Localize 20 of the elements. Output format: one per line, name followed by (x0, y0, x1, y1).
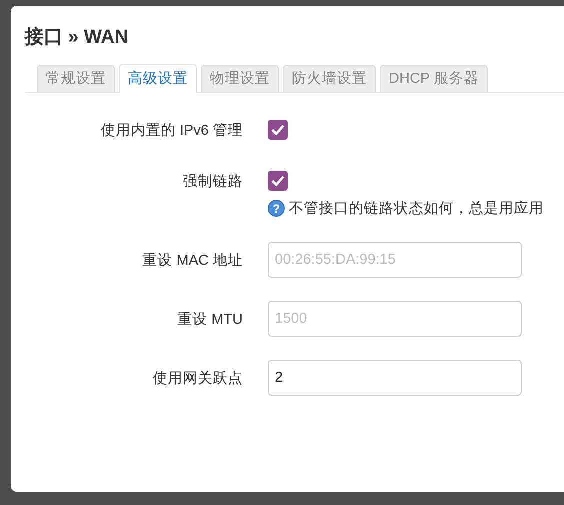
input-field[interactable]: 00:26:55:DA:99:15 (268, 242, 522, 278)
tab[interactable]: 常规设置 (37, 65, 115, 92)
checkbox[interactable] (268, 171, 288, 191)
checkmark-icon (271, 175, 285, 187)
input-field[interactable]: 1500 (268, 301, 522, 337)
tab[interactable]: DHCP 服务器 (380, 65, 488, 92)
help-icon: ? (268, 200, 285, 217)
tab[interactable]: 防火墙设置 (283, 65, 376, 92)
tab[interactable]: 高级设置 (119, 64, 197, 93)
dialog-title: 接口 » WAN (25, 26, 128, 50)
field-label: 强制链路 (183, 172, 243, 190)
field-label: 重设 MTU (178, 310, 243, 328)
checkmark-icon (271, 124, 285, 136)
input-field[interactable]: 2 (268, 360, 522, 396)
field-label: 使用网关跃点 (153, 370, 243, 388)
checkbox[interactable] (268, 120, 288, 140)
tab[interactable]: 物理设置 (201, 65, 279, 92)
field-label: 重设 MAC 地址 (142, 252, 243, 270)
field-label: 使用内置的 IPv6 管理 (100, 122, 243, 140)
help-text: 不管接口的链路状态如何，总是用应用 (289, 200, 544, 218)
